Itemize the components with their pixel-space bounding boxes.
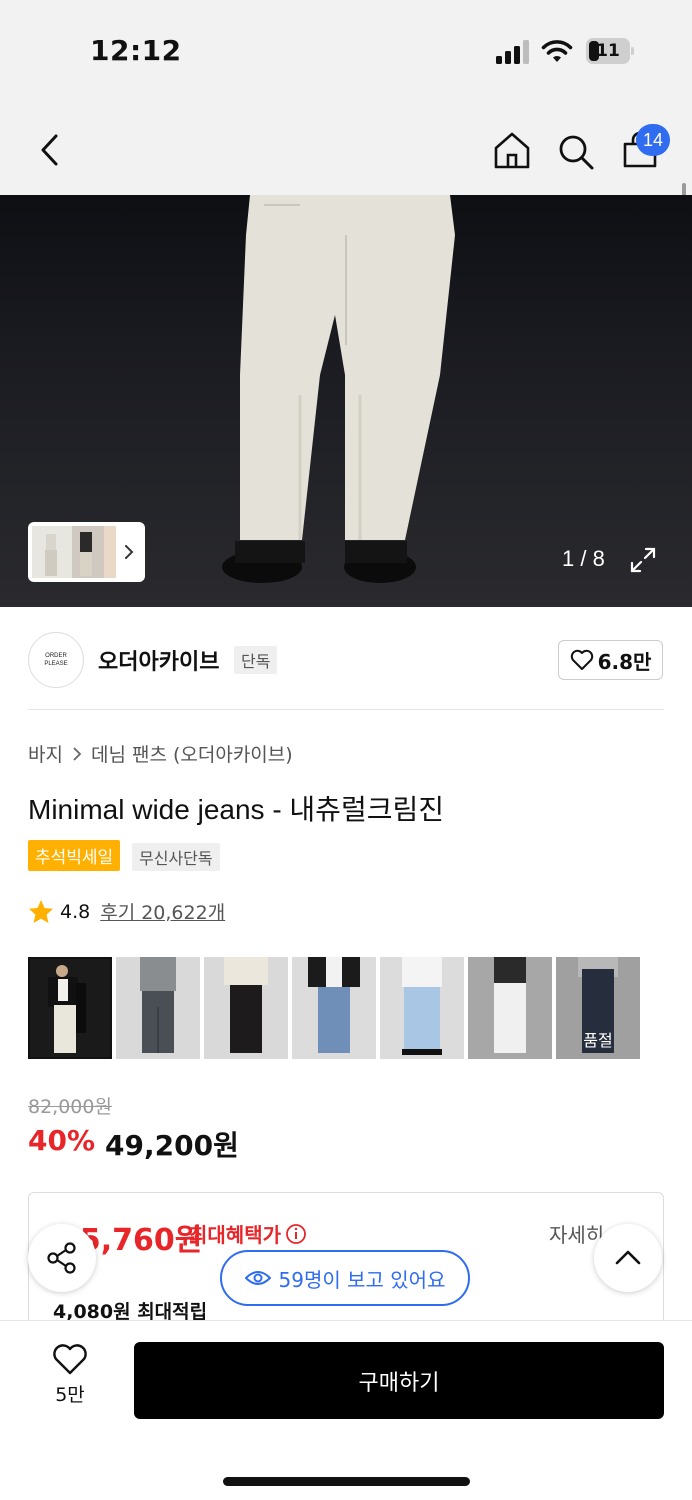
wishlist-button[interactable]: 5만: [40, 1344, 100, 1414]
eye-icon: [244, 1271, 271, 1285]
hero-thumbnail-strip[interactable]: [28, 522, 145, 582]
sale-price-row: 40% 49,200원: [28, 1124, 239, 1164]
max-benefit-label: 최대혜택가: [189, 1219, 307, 1248]
review-count-link[interactable]: 후기 20,622개: [100, 898, 225, 925]
sale-price: 49,200원: [105, 1129, 239, 1162]
wishlist-count: 5만: [55, 1384, 85, 1406]
chevron-up-icon: [615, 1250, 641, 1265]
share-button[interactable]: [28, 1224, 96, 1292]
battery-indicator: 11: [586, 38, 634, 64]
sold-out-label: 품절: [583, 1031, 613, 1050]
sale-event-tag: 추석빅세일: [28, 840, 121, 871]
thumb-photo: [224, 957, 268, 1053]
heart-icon: [570, 649, 593, 670]
brand-name[interactable]: 오더아카이브: [98, 644, 219, 676]
color-options: 품절: [28, 957, 640, 1059]
thumb-photo: [494, 957, 526, 1053]
discount-rate: 40%: [28, 1124, 96, 1157]
status-bar: 12:12 11: [0, 0, 692, 100]
wifi-icon: [541, 40, 573, 62]
image-page-indicator: 1 / 8: [562, 546, 605, 571]
battery-level: 11: [596, 41, 620, 61]
exclusive-store-tag: 무신사단독: [132, 843, 220, 871]
exclusive-tag: 단독: [234, 646, 278, 674]
rating-row: 4.8 후기 20,622개: [28, 898, 225, 925]
share-icon: [47, 1242, 76, 1274]
color-option-dark-gray[interactable]: [116, 957, 200, 1059]
search-icon[interactable]: [556, 132, 596, 172]
scroll-to-top-button[interactable]: [594, 1224, 662, 1292]
thumb-photo: [402, 957, 442, 1055]
color-option-black[interactable]: [204, 957, 288, 1059]
chevron-right-icon: [73, 746, 82, 761]
expand-icon[interactable]: [628, 545, 658, 575]
back-arrow-icon[interactable]: [34, 130, 66, 170]
buy-button[interactable]: 구매하기: [134, 1342, 664, 1419]
original-price: 82,000원: [28, 1096, 112, 1118]
breadcrumb: 바지 데님 팬츠 (오더아카이브): [28, 740, 293, 767]
color-option-natural-cream[interactable]: [28, 957, 112, 1059]
color-option-light-blue[interactable]: [380, 957, 464, 1059]
brand-logo[interactable]: ORDER PLEASE: [28, 632, 84, 688]
viewers-count-pill: 59명이 보고 있어요: [220, 1250, 470, 1306]
heart-icon: [53, 1344, 87, 1375]
home-indicator: [223, 1477, 470, 1486]
cart-count-badge: 14: [636, 124, 670, 156]
color-option-mid-blue[interactable]: [292, 957, 376, 1059]
cellular-signal-icon: [496, 40, 529, 64]
breadcrumb-category[interactable]: 바지: [28, 740, 63, 767]
brand-like-button[interactable]: 6.8만: [558, 640, 663, 680]
color-option-raw-denim[interactable]: 품절: [556, 957, 640, 1059]
color-option-white[interactable]: [468, 957, 552, 1059]
divider: [28, 709, 664, 710]
thumb-photo: [48, 965, 86, 1053]
rating-value: 4.8: [60, 900, 91, 923]
star-icon: [29, 899, 53, 923]
product-title: Minimal wide jeans - 내츄럴크림진: [28, 794, 444, 825]
thumbnail-preview: [32, 526, 134, 578]
home-icon[interactable]: [492, 130, 532, 170]
thumb-photo: [140, 957, 176, 1053]
viewers-text: 59명이 보고 있어요: [278, 1267, 446, 1292]
thumb-photo: [308, 957, 360, 1053]
info-icon[interactable]: [285, 1223, 307, 1245]
clock: 12:12: [90, 34, 182, 67]
brand-like-count: 6.8만: [597, 649, 652, 674]
breadcrumb-subcategory[interactable]: 데님 팬츠 (오더아카이브): [91, 740, 293, 767]
